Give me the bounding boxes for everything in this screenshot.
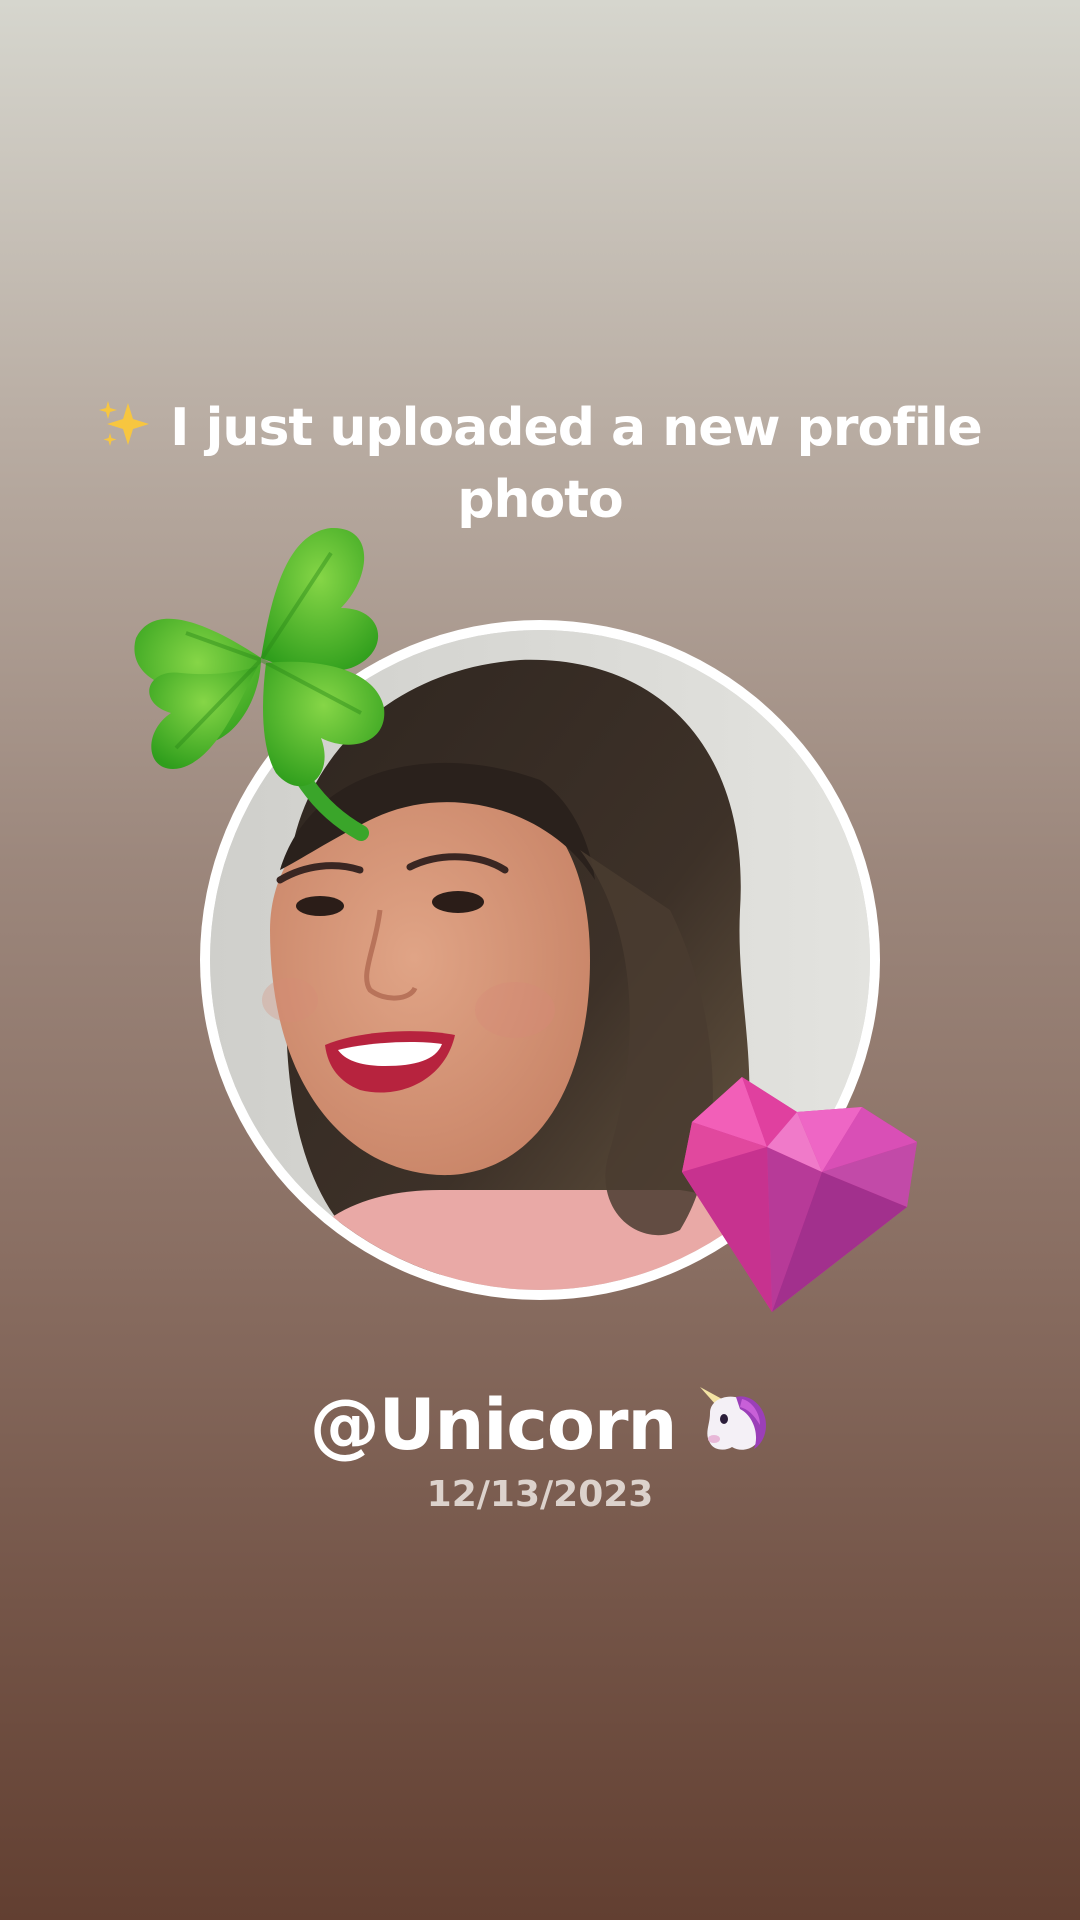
post-date: 12/13/2023 (426, 1474, 654, 1515)
headline: I just uploaded a new profile photo (80, 392, 1000, 536)
four-leaf-clover-icon (134, 527, 385, 841)
headline-text: I just uploaded a new profile photo (170, 398, 983, 530)
username: @Unicorn (140, 1380, 940, 1470)
pink-gem-heart-icon (682, 1077, 917, 1312)
username-text: @Unicorn (309, 1384, 678, 1466)
sparkles-icon (99, 401, 150, 446)
unicorn-icon (700, 1387, 767, 1450)
